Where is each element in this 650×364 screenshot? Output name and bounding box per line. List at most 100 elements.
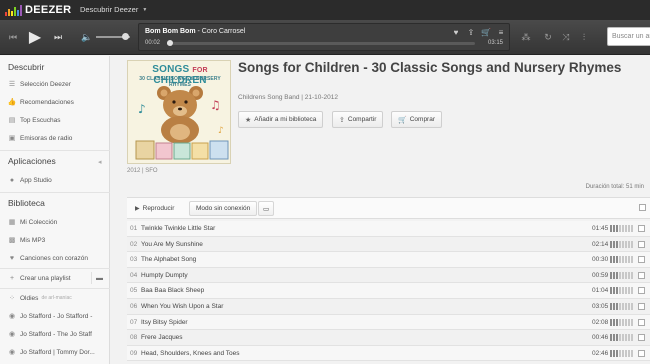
popularity-bar [616, 225, 618, 232]
track-title[interactable]: Twinkle Twinkle Little Star [141, 225, 215, 232]
sidebar-item-seleccion[interactable]: ☰ Selección Deezer [8, 78, 104, 90]
playlist-item[interactable]: ◉ Jo Stafford - The Jo Staff [8, 328, 104, 340]
cart-icon[interactable]: 🛒 [481, 27, 491, 37]
popularity-bar [625, 287, 627, 295]
track-checkbox[interactable] [638, 334, 645, 342]
heart-icon[interactable]: ♥ [451, 27, 461, 37]
track-title[interactable]: Frere Jacques [141, 334, 183, 341]
sidebar-item-favoritos[interactable]: ♥ Canciones con corazón [8, 252, 104, 264]
offline-mode-label: Modo sin conexión [196, 205, 251, 212]
popularity-bar [616, 349, 618, 357]
sidebar-item-app-studio[interactable]: ● App Studio [8, 174, 104, 186]
track-number: 01 [130, 225, 138, 232]
track-row[interactable]: 02 You Are My Sunshine 02:14 [127, 236, 650, 253]
track-row[interactable]: 08 Frere Jacques 00:46 [127, 330, 650, 346]
play-button[interactable]: ▶ [26, 27, 44, 47]
popularity-bar [622, 334, 624, 342]
popularity-bar [625, 256, 627, 264]
add-to-playlist-icon[interactable]: ≡ [496, 27, 506, 37]
cover-meta: 2012 | SFO [127, 168, 158, 174]
track-checkbox[interactable] [638, 225, 645, 232]
device-icon[interactable]: ▭ [258, 201, 275, 216]
track-duration: 02:14 [592, 240, 609, 248]
logo-bar [20, 5, 22, 16]
sidebar-item-coleccion[interactable]: ▦ Mi Colección [8, 216, 104, 228]
plus-icon: + [9, 274, 15, 282]
popularity-bar [631, 349, 633, 357]
track-row[interactable]: 09 Head, Shoulders, Knees and Toes 02:46 [127, 345, 650, 362]
progress-bar[interactable] [167, 42, 475, 45]
track-checkbox[interactable] [638, 349, 645, 357]
album-artist-line[interactable]: Childrens Song Band | 21-10-2012 [238, 94, 338, 101]
playlist-item[interactable]: ◉ Jo Stafford - Jo Stafford - [8, 310, 104, 322]
album-cover[interactable]: SONGS FOR CHILDREN 30 CLASSIC SONGS & NU… [127, 60, 231, 164]
track-row[interactable]: 06 When You Wish Upon a Star 03:05 [127, 298, 650, 315]
previous-button[interactable]: ⏮ [6, 30, 20, 44]
track-row[interactable]: 03 The Alphabet Song 00:30 [127, 252, 650, 268]
playlist-item[interactable]: ⁘ Oldies de arl-maniac [8, 292, 104, 304]
now-playing-title: Bom Bom Bom - Coro Carrosel [145, 28, 245, 35]
track-row[interactable]: 01 Twinkle Twinkle Little Star 01:45 [127, 221, 650, 237]
collapse-icon[interactable]: ◂ [98, 158, 102, 166]
list-icon: ☰ [8, 81, 16, 88]
sidebar-item-mp3[interactable]: ▩ Mis MP3 [8, 234, 104, 246]
folder-icon[interactable]: ▬ [91, 272, 107, 284]
shuffle-icon[interactable]: ⤨ [560, 31, 572, 43]
popularity-bar [619, 302, 621, 310]
repeat-icon[interactable]: ↻ [542, 31, 554, 43]
volume-icon[interactable]: 🔈 [81, 30, 93, 44]
popularity-bar [616, 302, 618, 310]
playlist-item[interactable]: ◉ Jo Stafford | Tommy Dor... [8, 346, 104, 358]
track-checkbox[interactable] [638, 318, 645, 326]
playlist-icon: ◉ [8, 349, 16, 356]
track-title[interactable]: Itsy Bitsy Spider [141, 319, 188, 326]
track-title[interactable]: Baa Baa Black Sheep [141, 287, 204, 294]
sidebar-item-radio[interactable]: ▣ Emisoras de radio [8, 132, 104, 144]
popularity-bar [625, 240, 627, 248]
mix-icon[interactable]: ⁂ [520, 31, 532, 43]
track-checkbox[interactable] [638, 287, 645, 295]
divider [0, 288, 110, 289]
track-checkbox[interactable] [638, 240, 645, 248]
deezer-logo[interactable]: DEEZER [5, 4, 71, 16]
popularity-bar [622, 225, 624, 232]
select-all-checkbox[interactable] [639, 204, 646, 211]
track-title[interactable]: When You Wish Upon a Star [141, 303, 223, 310]
sidebar-item-top[interactable]: ▤ Top Escuchas [8, 114, 104, 126]
add-to-library-button[interactable]: ★ Añadir a mi biblioteca [238, 111, 324, 128]
chart-icon: ▤ [8, 117, 16, 124]
progress-knob[interactable] [167, 40, 174, 46]
track-title[interactable]: The Alphabet Song [141, 256, 196, 263]
track-row[interactable]: 05 Baa Baa Black Sheep 01:04 [127, 283, 650, 299]
popularity-bar [619, 349, 621, 357]
create-playlist-button[interactable]: + Crear una playlist [8, 272, 88, 284]
track-duration: 00:46 [592, 334, 609, 342]
track-row[interactable]: 04 Humpty Dumpty 00:59 [127, 267, 650, 284]
share-icon[interactable]: ⇪ [466, 27, 476, 37]
search-input[interactable]: Buscar un artista, u [607, 27, 650, 46]
popularity-bar [631, 287, 633, 295]
track-title[interactable]: Humpty Dumpty [141, 272, 188, 279]
track-checkbox[interactable] [638, 302, 645, 310]
buy-button[interactable]: 🛒 Comprar [391, 111, 443, 128]
volume-knob[interactable] [121, 33, 129, 40]
popularity-bar [613, 240, 615, 248]
offline-mode-button[interactable]: Modo sin conexión [189, 201, 258, 216]
popularity-bar [625, 334, 627, 342]
track-title[interactable]: Head, Shoulders, Knees and Toes [141, 350, 240, 357]
play-all-button[interactable]: ▶ Reproducir [129, 201, 180, 216]
track-title[interactable]: You Are My Sunshine [141, 241, 203, 248]
sidebar-item-recomendaciones[interactable]: 👍 Recomendaciones [8, 96, 104, 108]
track-checkbox[interactable] [638, 256, 645, 264]
next-button[interactable]: ⏭ [51, 30, 65, 44]
equalizer-icon[interactable]: ⫶ [578, 31, 590, 43]
sidebar-item-label: App Studio [20, 176, 52, 184]
discover-menu[interactable]: Descubrir Deezer ▼ [80, 5, 147, 14]
popularity-bar [628, 256, 630, 264]
popularity-bar [628, 302, 630, 310]
share-button[interactable]: ⇪ Compartir [332, 111, 384, 128]
app-icon: ● [9, 176, 15, 184]
track-checkbox[interactable] [638, 271, 645, 279]
discover-menu-label: Descubrir Deezer [80, 5, 139, 14]
track-row[interactable]: 07 Itsy Bitsy Spider 02:08 [127, 314, 650, 331]
